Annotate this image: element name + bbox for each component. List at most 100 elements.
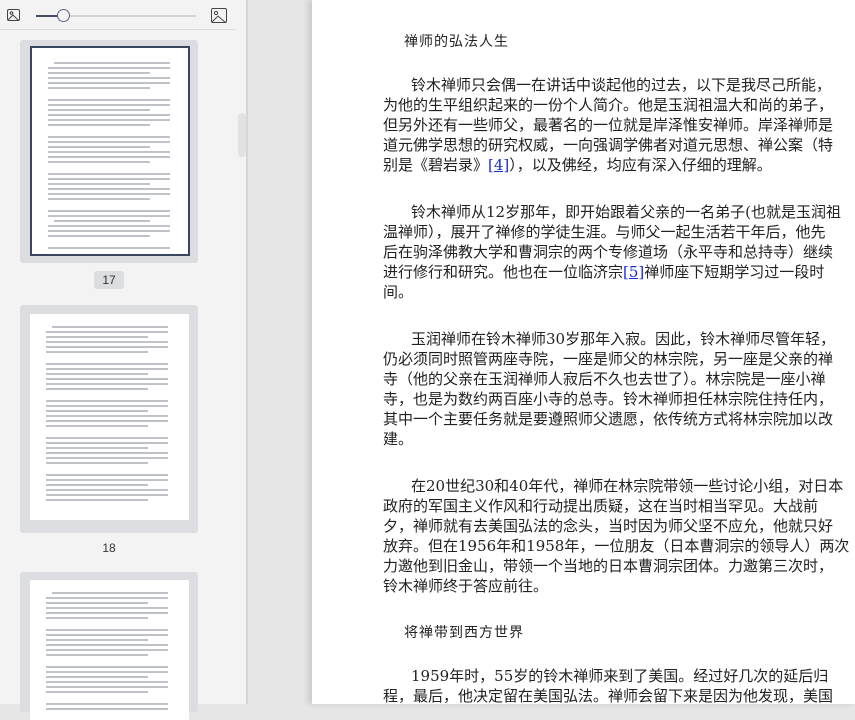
thumbnail-page-19[interactable] <box>20 572 198 720</box>
text-line: 放弃。但在1956年和1958年，一位朋友（日本曹洞宗的领导人）两次 <box>383 536 849 556</box>
text-line: 铃木禅师从12岁那年，即开始跟着父亲的一名弟子(也就是玉润祖 <box>383 202 841 222</box>
text-line: 后在驹泽佛教大学和曹洞宗的两个专修道场（永平寺和总持寺）继续 <box>383 242 833 262</box>
text-segment: 为他的生平组织起来的一份个人简介。他是玉润祖温大和尚的弟子， <box>383 96 834 114</box>
text-segment: 禅师座下短期学习过一段时 <box>644 263 825 281</box>
text-segment: 道元佛学思想的研究权威，一向强调学佛者对道元思想、禅公案（特 <box>383 136 834 154</box>
text-segment: 温禅师），展开了禅修的学徒生涯。与师父一起生活若干年后，他先 <box>383 223 826 241</box>
text-segment: 1959年时，55岁的铃木禅师来到了美国。经过好几次的延后归 <box>411 667 829 685</box>
text-segment: 建。 <box>383 430 414 448</box>
thumbnail-text-line <box>46 666 168 668</box>
thumbnail-image <box>30 46 190 256</box>
text-segment: 夕，禅师就有去美国弘法的念头，当时因为师父坚不应允，他就只好 <box>383 517 834 535</box>
shrink-thumbnails-icon[interactable] <box>7 9 20 21</box>
text-segment: 但另外还有一些师父，最著名的一位就是岸泽惟安禅师。岸泽禅师是 <box>383 116 834 134</box>
thumbnail-text-line <box>46 474 168 476</box>
text-segment: 后在驹泽佛教大学和曹洞宗的两个专修道场（永平寺和总持寺）继续 <box>383 243 834 261</box>
thumbnail-toolbar <box>0 0 236 30</box>
thumbnail-text-line <box>46 489 168 491</box>
thumbnail-text-line <box>48 67 170 69</box>
thumbnail-text-line <box>46 654 148 656</box>
thumbnail-text-line <box>48 124 150 126</box>
thumbnail-text-line <box>46 400 168 402</box>
thumbnail-text-line <box>46 405 168 407</box>
thumbnail-text-line <box>48 87 150 89</box>
text-line: 夕，禅师就有去美国弘法的念头，当时因为师父坚不应允，他就只好 <box>383 516 833 536</box>
thumbnail-text-line <box>48 99 170 101</box>
thumbnail-text-line <box>46 494 168 496</box>
text-line: 建。 <box>383 429 809 449</box>
thumbnail-text-line <box>46 442 168 444</box>
thumbnail-image <box>30 580 189 720</box>
thumbnail-text-line <box>46 479 168 481</box>
enlarge-thumbnails-icon[interactable] <box>211 8 227 23</box>
page-content: 禅师的弘法人生铃木禅师只会偶一在讲话中谈起他的过去，以下是我尽己所能， 为他的生平… <box>383 32 849 706</box>
thumbnail-text-line <box>48 109 150 111</box>
text-line: 其中一个主要任务就是要遵照师父遗愿，依传统方式将林宗院加以改 <box>383 409 833 429</box>
thumbnail-text-line <box>48 141 170 143</box>
thumbnail-text-line <box>52 592 168 594</box>
thumbnail-text-line <box>48 151 170 153</box>
thumbnail-text-line <box>48 119 170 121</box>
section-heading: 禅师的弘法人生 <box>404 34 509 50</box>
thumbnail-text-line <box>46 452 168 454</box>
section-heading: 将禅带到西方世界 <box>404 625 524 641</box>
text-line: 但另外还有一些师父，最著名的一位就是岸泽惟安禅师。岸泽禅师是 <box>383 115 833 135</box>
page-label: 17 <box>0 271 218 289</box>
thumbnail-text-line <box>48 193 170 195</box>
thumbnail-text-line <box>52 326 168 328</box>
thumbnail-text-line <box>46 612 168 614</box>
thumbnail-text-line <box>48 235 150 237</box>
text-line: 铃木禅师只会偶一在讲话中谈起他的过去，以下是我尽己所能， <box>383 75 831 95</box>
text-line: 别是《碧岩录》[4]），以及佛经，均应有深入仔细的理解。 <box>383 155 809 175</box>
thumbnail-text-line <box>48 104 170 106</box>
thumbnail-text-line <box>46 363 168 365</box>
text-line: 玉润禅师在铃木禅师30岁那年入寂。因此，铃木禅师尽管年轻， <box>383 329 835 349</box>
thumbnail-text-line <box>54 62 170 64</box>
text-line: 政府的军国主义作风和行动提出质疑，这在当时相当罕见。大战前 <box>383 496 818 516</box>
paragraph: 铃木禅师从12岁那年，即开始跟着父亲的一名弟子(也就是玉润祖 温禅师），展开了禅修… <box>383 202 841 302</box>
text-segment: 进行修行和研究。他也在一位临济宗 <box>383 263 624 281</box>
thumbnail-text-line <box>46 686 168 688</box>
thumbnail-text-line <box>46 425 148 427</box>
thumbnail-text-line <box>48 136 170 138</box>
text-line: 间。 <box>383 282 809 302</box>
text-segment: 其中一个主要任务就是要遵照师父遗愿，依传统方式将林宗院加以改 <box>383 410 834 428</box>
thumbnail-text-line <box>46 462 148 464</box>
text-line: 仍必须同时照管两座寺院，一座是师父的林宗院，另一座是父亲的禅 <box>383 349 833 369</box>
thumbnail-text-line <box>48 173 170 175</box>
thumbnail-text-line <box>46 378 168 380</box>
thumbnail-text-line <box>48 178 170 180</box>
sidebar-scrollbar[interactable] <box>238 113 246 157</box>
thumbnail-text-line <box>46 703 168 705</box>
thumbnail-text-line <box>48 77 170 79</box>
paragraph: 玉润禅师在铃木禅师30岁那年入寂。因此，铃木禅师尽管年轻， 仍必须同时照管两座寺院… <box>383 329 835 449</box>
thumbnail-size-slider[interactable] <box>36 9 196 22</box>
page-label: 18 <box>102 541 116 555</box>
thumbnail-page-17[interactable] <box>20 40 198 263</box>
thumbnail-text-line <box>48 156 170 158</box>
text-line: 寺，也是为数约两百座小寺的总寺。铃木禅师担任林宗院住持任内， <box>383 389 833 409</box>
thumbnail-text-line <box>46 341 168 343</box>
text-segment: 政府的军国主义作风和行动提出质疑，这在当时相当罕见。大战前 <box>383 497 819 515</box>
thumbnail-text-line <box>48 146 150 148</box>
text-line: 寺（他的父亲在玉润禅师人寂后不久也去世了）。林宗院是一座小禅 <box>383 369 826 389</box>
thumbnail-text-line <box>46 346 168 348</box>
thumbnail-text-line <box>48 215 170 217</box>
paragraph: 在20世纪30和40年代，禅师在林宗院带领一些讨论小组，对日本 政府的军国主义作风… <box>383 476 849 596</box>
footnote-link[interactable]: [5] <box>623 263 644 281</box>
text-line: 铃木禅师终于答应前往。 <box>383 576 809 596</box>
thumbnail-text-line <box>46 484 148 486</box>
thumbnail-text-line <box>48 210 170 212</box>
thumbnail-text-line <box>46 368 168 370</box>
thumbnail-sidebar: 17 18 <box>0 0 248 720</box>
slider-knob[interactable] <box>57 9 71 22</box>
text-segment: 寺（他的父亲在玉润禅师人寂后不久也去世了）。林宗院是一座小禅 <box>383 370 826 388</box>
footnote-link[interactable]: [4] <box>488 156 509 174</box>
thumbnail-text-line <box>46 617 148 619</box>
thumbnail-text-line <box>46 336 148 338</box>
thumbnail-text-line <box>46 447 148 449</box>
thumbnail-text-line <box>46 602 148 604</box>
thumbnail-text-line <box>48 225 170 227</box>
thumbnail-page-18[interactable] <box>20 305 198 533</box>
thumbnail-text-line <box>46 351 148 353</box>
